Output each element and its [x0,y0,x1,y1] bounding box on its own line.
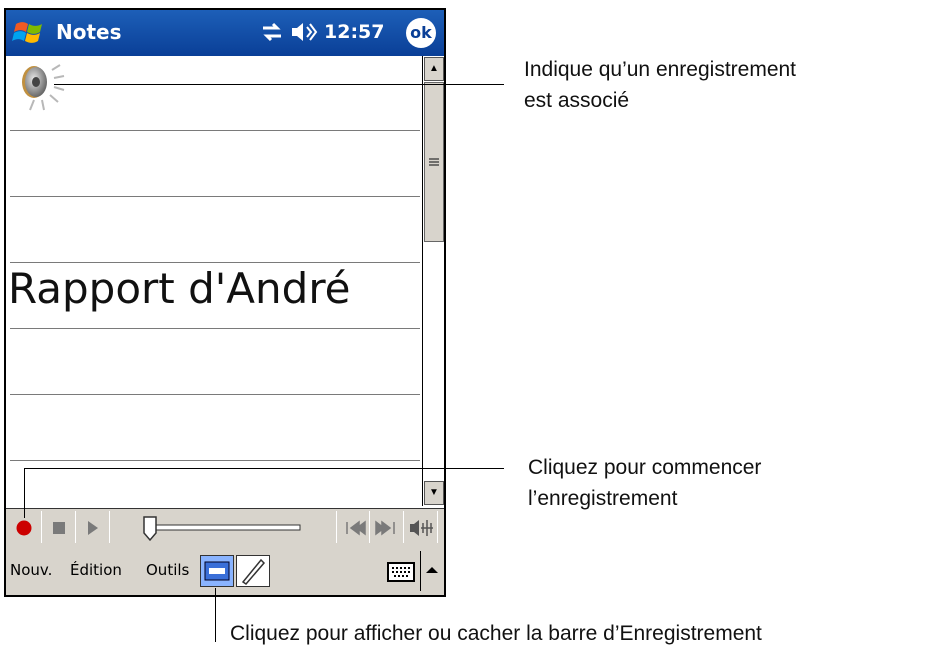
volume-icon [410,520,433,536]
app-title: Notes [56,20,122,44]
skip-back-icon [346,520,366,536]
recording-toggle-button[interactable] [200,555,234,587]
volume-button[interactable] [404,511,438,543]
pen-button[interactable] [236,555,270,587]
callout-record-line2: l’enregistrement [528,487,678,510]
grip-icon [429,158,439,166]
menu-bar: Nouv. Édition Outils [6,547,444,595]
recording-toolbar [6,508,444,548]
stop-button[interactable] [42,511,76,543]
ruled-line [10,394,420,395]
pocket-pc-screen: Notes 12:57 ok Rapport d'André ▲ ▼ Nouv.… [4,8,446,597]
ruled-line [10,196,420,197]
ok-button[interactable]: ok [406,18,436,48]
menu-outils[interactable]: Outils [146,561,189,579]
position-slider[interactable] [140,513,310,543]
recording-toolbar-icon [204,561,230,581]
callout-record-line1: Cliquez pour commencer [528,456,762,479]
callout-toggle-line1: Cliquez pour afficher ou cacher la barre… [230,622,762,645]
note-text[interactable]: Rapport d'André [8,264,351,313]
note-canvas[interactable]: Rapport d'André [6,56,422,506]
skip-forward-icon [375,520,395,536]
callout-leader-indicator [54,84,504,85]
record-button[interactable] [8,511,42,543]
callout-indicator: Indique qu’un enregistrement est associé [524,54,796,116]
menu-edition[interactable]: Édition [70,561,122,579]
windows-flag-icon[interactable] [12,16,46,50]
speaker-volume-icon[interactable] [290,20,318,44]
ruled-line [10,130,420,131]
speaker-recording-icon[interactable] [12,60,74,118]
callout-leader-toggle [215,588,216,642]
scroll-down-button[interactable]: ▼ [424,481,444,505]
play-button[interactable] [76,511,110,543]
vertical-scrollbar[interactable]: ▲ ▼ [422,56,444,506]
scroll-up-button[interactable]: ▲ [424,57,444,81]
stop-icon [53,522,65,534]
ruled-line [10,328,420,329]
callout-leader-record [24,468,504,469]
callout-indicator-line1: Indique qu’un enregistrement [524,58,797,81]
title-bar: Notes 12:57 ok [6,10,444,56]
skip-back-button[interactable] [336,511,370,543]
callout-toggle: Cliquez pour afficher ou cacher la barre… [230,618,762,649]
callout-record: Cliquez pour commencer l’enregistrement [528,452,761,514]
record-icon [16,520,32,536]
divider [420,551,421,591]
callout-leader-record-drop [24,468,25,518]
connectivity-icon[interactable] [260,20,284,44]
menu-nouv[interactable]: Nouv. [10,561,52,579]
sip-up-arrow-icon[interactable] [422,563,442,577]
play-icon [88,521,98,535]
scroll-thumb[interactable] [424,82,444,242]
callout-indicator-line2: est associé [524,89,630,112]
skip-forward-button[interactable] [370,511,404,543]
ruled-line [10,460,420,461]
keyboard-icon[interactable] [386,559,416,585]
clock[interactable]: 12:57 [324,21,384,43]
pen-icon [241,558,266,585]
ruled-line [10,262,420,263]
